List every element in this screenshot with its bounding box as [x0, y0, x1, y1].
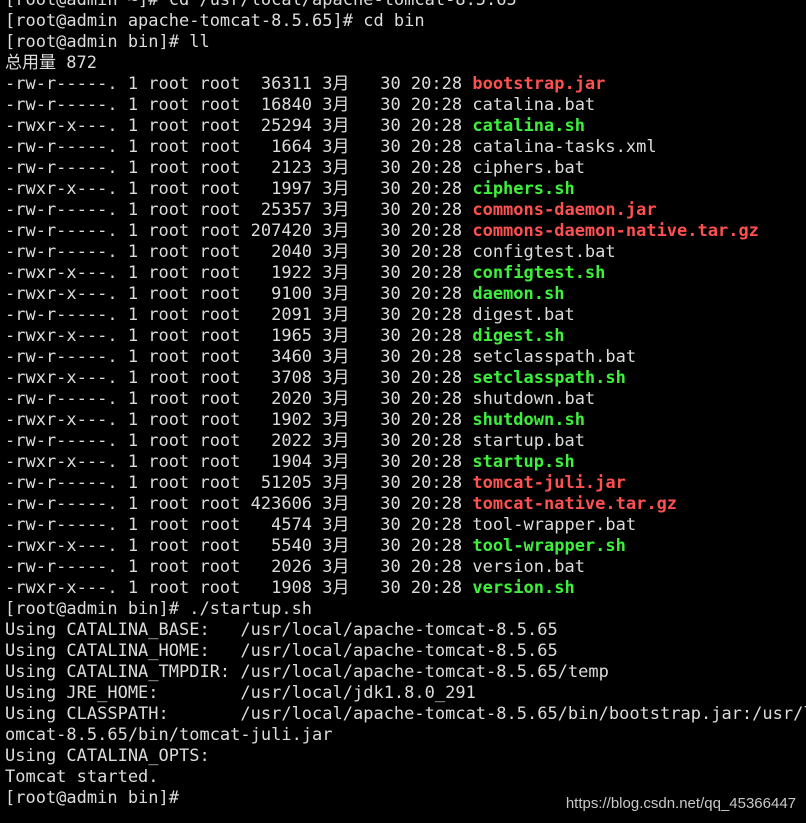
command-session: [root@admin ~]# cd /usr/local/apache-tom…	[5, 0, 806, 74]
file-entry: -rwxr-x---. 1 root root 1922 3月 30 20:28…	[5, 263, 806, 284]
file-name: tool-wrapper.bat	[472, 515, 637, 535]
file-meta: -rwxr-x---. 1 root root 9100 3月 30 20:28	[5, 284, 473, 304]
file-name: catalina.bat	[472, 95, 596, 115]
file-meta: -rw-r-----. 1 root root 36311 3月 30 20:2…	[5, 74, 473, 94]
file-name: ciphers.sh	[472, 179, 575, 199]
file-name: shutdown.bat	[472, 389, 596, 409]
file-meta: -rw-r-----. 1 root root 2022 3月 30 20:28	[5, 431, 473, 451]
startup-output: [root@admin bin]# ./startup.sh Using CATA…	[5, 599, 806, 809]
file-entry: -rw-r-----. 1 root root 51205 3月 30 20:2…	[5, 473, 806, 494]
file-entry: -rw-r-----. 1 root root 3460 3月 30 20:28…	[5, 347, 806, 368]
file-meta: -rwxr-x---. 1 root root 1902 3月 30 20:28	[5, 410, 473, 430]
file-meta: -rwxr-x---. 1 root root 1997 3月 30 20:28	[5, 179, 473, 199]
file-meta: -rw-r-----. 1 root root 2040 3月 30 20:28	[5, 242, 473, 262]
file-name: shutdown.sh	[472, 410, 585, 430]
file-name: setclasspath.sh	[472, 368, 626, 388]
file-entry: -rw-r-----. 1 root root 2026 3月 30 20:28…	[5, 557, 806, 578]
file-meta: -rw-r-----. 1 root root 1664 3月 30 20:28	[5, 137, 473, 157]
command-line: [root@admin ~]# cd /usr/local/apache-tom…	[5, 0, 517, 10]
file-name: configtest.bat	[472, 242, 616, 262]
file-entry: -rw-r-----. 1 root root 4574 3月 30 20:28…	[5, 515, 806, 536]
file-entry: -rw-r-----. 1 root root 2123 3月 30 20:28…	[5, 158, 806, 179]
file-name: setclasspath.bat	[472, 347, 637, 367]
file-entry: -rwxr-x---. 1 root root 9100 3月 30 20:28…	[5, 284, 806, 305]
output-line: omcat-8.5.65/bin/tomcat-juli.jar	[5, 725, 333, 745]
file-entry: -rwxr-x---. 1 root root 1902 3月 30 20:28…	[5, 410, 806, 431]
terminal-window[interactable]: [root@admin ~]# cd /usr/local/apache-tom…	[5, 0, 806, 809]
file-name: tool-wrapper.sh	[472, 536, 626, 556]
file-meta: -rw-r-----. 1 root root 423606 3月 30 20:…	[5, 494, 473, 514]
file-name: digest.bat	[472, 305, 575, 325]
file-entry: -rwxr-x---. 1 root root 5540 3月 30 20:28…	[5, 536, 806, 557]
output-line: Tomcat started.	[5, 767, 159, 787]
file-meta: -rw-r-----. 1 root root 51205 3月 30 20:2…	[5, 473, 473, 493]
file-meta: -rw-r-----. 1 root root 2123 3月 30 20:28	[5, 158, 473, 178]
file-name: catalina.sh	[472, 116, 585, 136]
file-entry: -rwxr-x---. 1 root root 1997 3月 30 20:28…	[5, 179, 806, 200]
total-line: 总用量 872	[5, 53, 97, 73]
file-entry: -rwxr-x---. 1 root root 1904 3月 30 20:28…	[5, 452, 806, 473]
file-name: ciphers.bat	[472, 158, 585, 178]
file-meta: -rwxr-x---. 1 root root 3708 3月 30 20:28	[5, 368, 473, 388]
file-meta: -rwxr-x---. 1 root root 5540 3月 30 20:28	[5, 536, 473, 556]
file-meta: -rwxr-x---. 1 root root 1908 3月 30 20:28	[5, 578, 473, 598]
file-entry: -rw-r-----. 1 root root 1664 3月 30 20:28…	[5, 137, 806, 158]
file-name: digest.sh	[472, 326, 565, 346]
file-meta: -rw-r-----. 1 root root 16840 3月 30 20:2…	[5, 95, 473, 115]
file-entry: -rw-r-----. 1 root root 423606 3月 30 20:…	[5, 494, 806, 515]
file-name: configtest.sh	[472, 263, 606, 283]
file-name: tomcat-juli.jar	[472, 473, 626, 493]
output-line: Using CLASSPATH: /usr/local/apache-tomca…	[5, 704, 806, 724]
file-entry: -rw-r-----. 1 root root 16840 3月 30 20:2…	[5, 95, 806, 116]
file-meta: -rw-r-----. 1 root root 3460 3月 30 20:28	[5, 347, 473, 367]
file-meta: -rwxr-x---. 1 root root 25294 3月 30 20:2…	[5, 116, 473, 136]
file-meta: -rw-r-----. 1 root root 25357 3月 30 20:2…	[5, 200, 473, 220]
file-meta: -rwxr-x---. 1 root root 1904 3月 30 20:28	[5, 452, 473, 472]
watermark: https://blog.csdn.net/qq_45366447	[565, 795, 796, 812]
file-entry: -rw-r-----. 1 root root 2091 3月 30 20:28…	[5, 305, 806, 326]
output-line: Using CATALINA_TMPDIR: /usr/local/apache…	[5, 662, 609, 682]
file-entry: -rwxr-x---. 1 root root 1908 3月 30 20:28…	[5, 578, 806, 599]
file-meta: -rwxr-x---. 1 root root 1922 3月 30 20:28	[5, 263, 473, 283]
file-entry: -rwxr-x---. 1 root root 3708 3月 30 20:28…	[5, 368, 806, 389]
file-entry: -rw-r-----. 1 root root 2020 3月 30 20:28…	[5, 389, 806, 410]
output-line: Using CATALINA_OPTS:	[5, 746, 210, 766]
file-entry: -rw-r-----. 1 root root 2040 3月 30 20:28…	[5, 242, 806, 263]
file-meta: -rw-r-----. 1 root root 4574 3月 30 20:28	[5, 515, 473, 535]
file-meta: -rw-r-----. 1 root root 207420 3月 30 20:…	[5, 221, 473, 241]
file-meta: -rw-r-----. 1 root root 2020 3月 30 20:28	[5, 389, 473, 409]
output-line: Using JRE_HOME: /usr/local/jdk1.8.0_291	[5, 683, 476, 703]
file-entry: -rwxr-x---. 1 root root 25294 3月 30 20:2…	[5, 116, 806, 137]
file-name: startup.bat	[472, 431, 585, 451]
file-name: tomcat-native.tar.gz	[472, 494, 678, 514]
file-name: commons-daemon-native.tar.gz	[472, 221, 759, 241]
file-entry: -rwxr-x---. 1 root root 1965 3月 30 20:28…	[5, 326, 806, 347]
file-meta: -rwxr-x---. 1 root root 1965 3月 30 20:28	[5, 326, 473, 346]
file-name: version.sh	[472, 578, 575, 598]
command-line: [root@admin apache-tomcat-8.5.65]# cd bi…	[5, 11, 425, 31]
file-entry: -rw-r-----. 1 root root 207420 3月 30 20:…	[5, 221, 806, 242]
file-name: bootstrap.jar	[472, 74, 606, 94]
output-line: Using CATALINA_BASE: /usr/local/apache-t…	[5, 620, 558, 640]
file-name: startup.sh	[472, 452, 575, 472]
file-name: daemon.sh	[472, 284, 565, 304]
file-name: catalina-tasks.xml	[472, 137, 657, 157]
file-meta: -rw-r-----. 1 root root 2091 3月 30 20:28	[5, 305, 473, 325]
file-entry: -rw-r-----. 1 root root 36311 3月 30 20:2…	[5, 74, 806, 95]
file-entry: -rw-r-----. 1 root root 2022 3月 30 20:28…	[5, 431, 806, 452]
file-name: version.bat	[472, 557, 585, 577]
output-line: Using CATALINA_HOME: /usr/local/apache-t…	[5, 641, 558, 661]
command-line: [root@admin bin]# ./startup.sh	[5, 599, 313, 619]
file-entry: -rw-r-----. 1 root root 25357 3月 30 20:2…	[5, 200, 806, 221]
file-meta: -rw-r-----. 1 root root 2026 3月 30 20:28	[5, 557, 473, 577]
directory-listing: -rw-r-----. 1 root root 36311 3月 30 20:2…	[5, 74, 806, 599]
file-name: commons-daemon.jar	[472, 200, 657, 220]
command-line: [root@admin bin]# ll	[5, 32, 210, 52]
